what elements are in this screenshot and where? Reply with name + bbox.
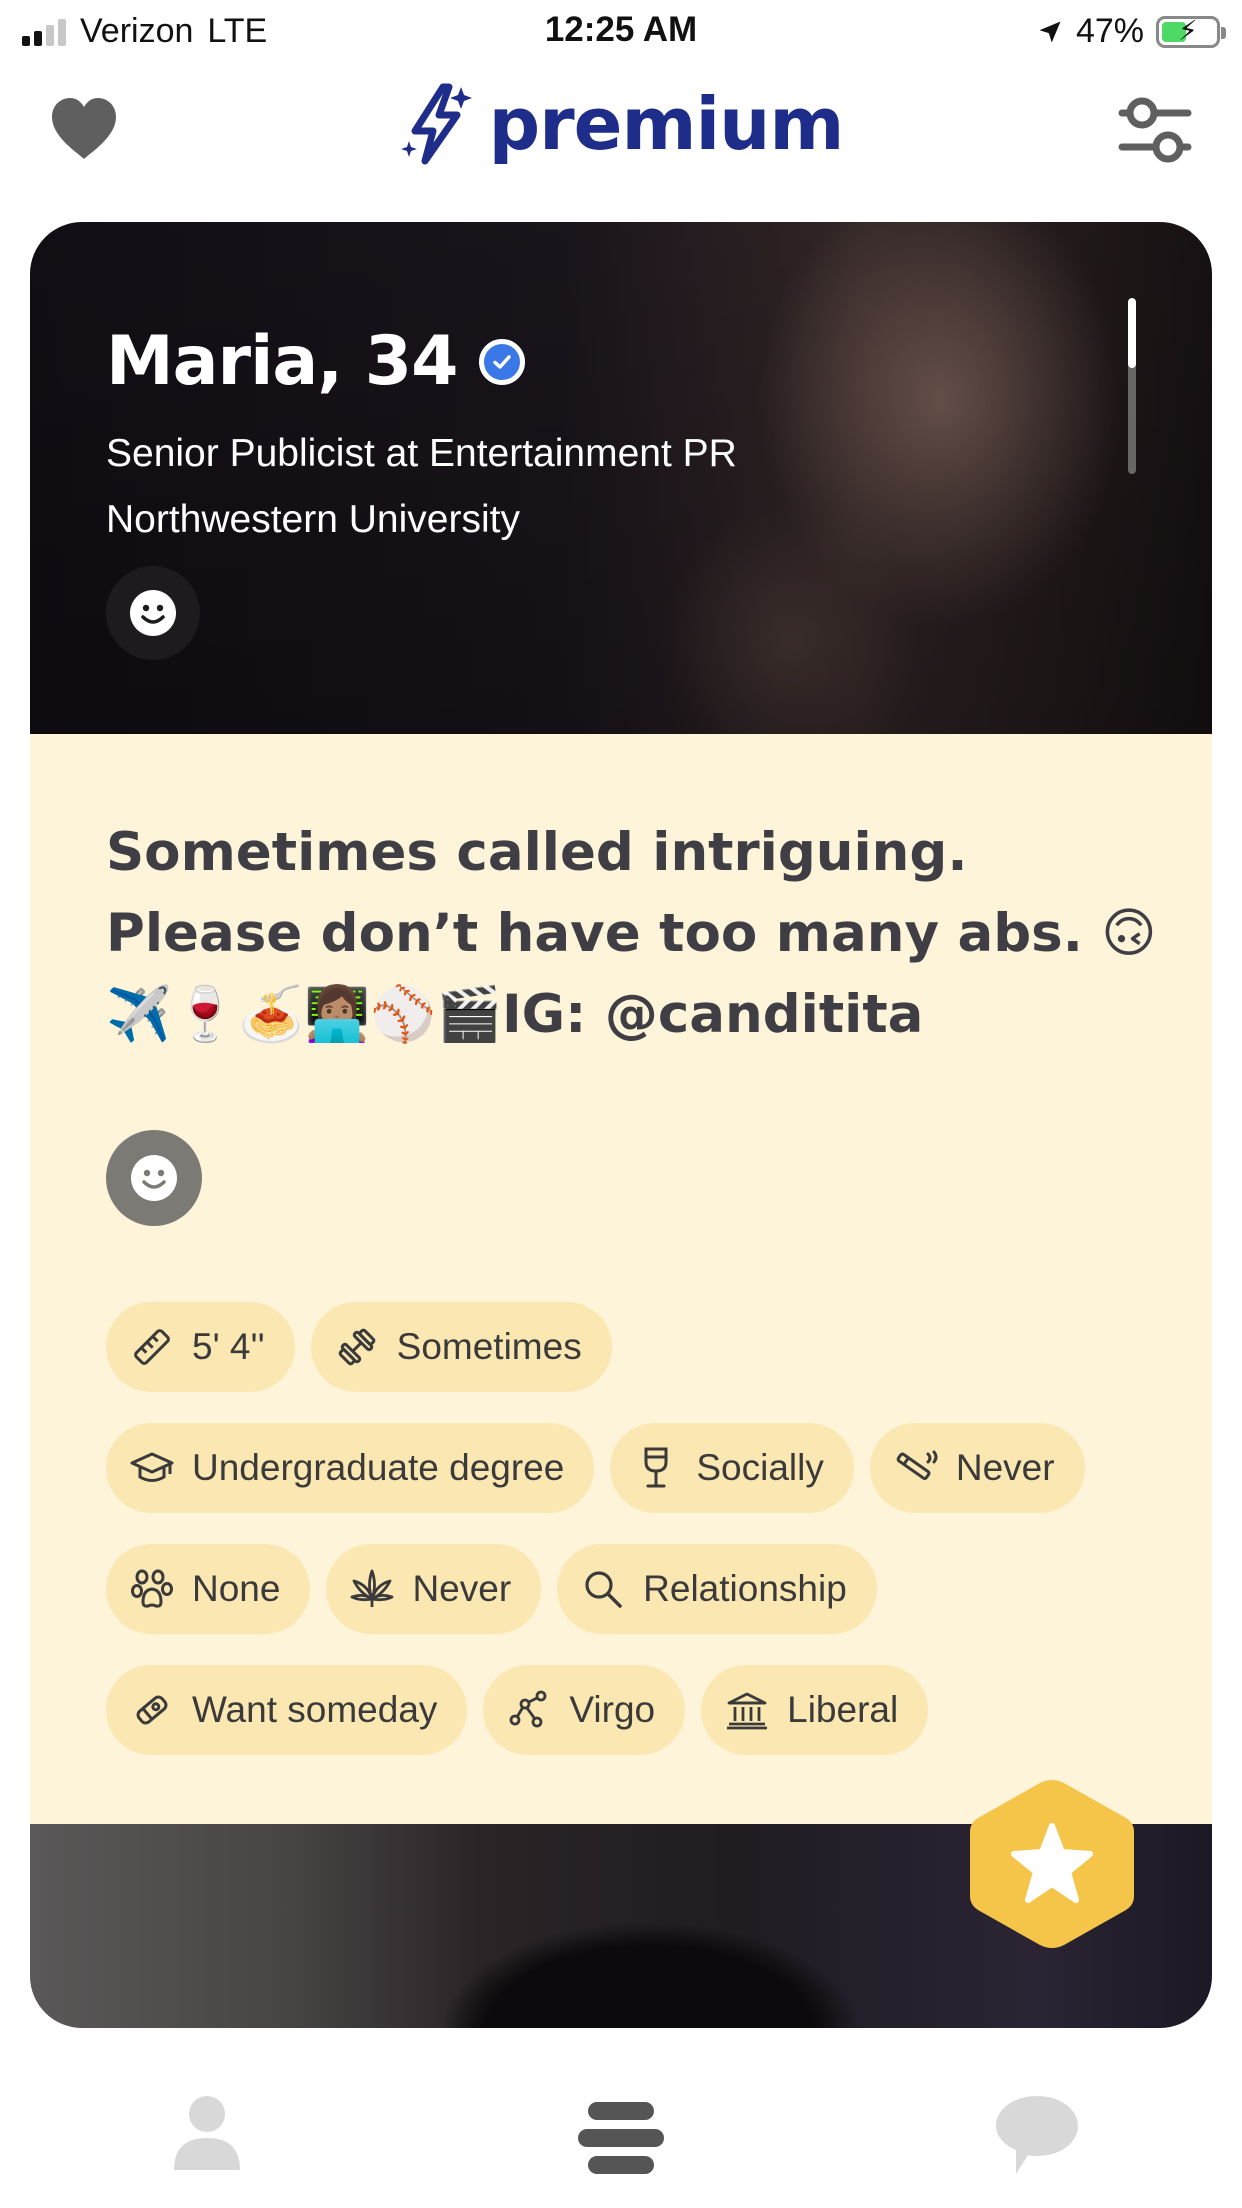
chip-row: Undergraduate degree Socially Never xyxy=(106,1423,1186,1513)
profile-photo[interactable]: Maria, 34 Senior Publicist at Entertainm… xyxy=(30,222,1212,734)
react-bio-button[interactable] xyxy=(106,1130,202,1226)
smiley-icon xyxy=(131,1155,177,1201)
profile-attribute-chips: 5' 4'' Sometimes Undergraduate degree So… xyxy=(106,1302,1186,1786)
react-photo-button[interactable] xyxy=(106,566,200,660)
capitol-building-icon xyxy=(725,1688,769,1732)
photo-scroll-indicator xyxy=(1128,298,1136,474)
smiley-icon xyxy=(130,590,176,636)
bio-line: Sometimes called intriguing. xyxy=(106,822,968,883)
chip-height: 5' 4'' xyxy=(106,1302,295,1392)
chip-label: Never xyxy=(412,1568,512,1609)
nav-discover-tab[interactable] xyxy=(578,2100,664,2176)
chip-star-sign: Virgo xyxy=(483,1665,686,1755)
constellation-icon xyxy=(507,1688,551,1732)
verified-badge-icon xyxy=(479,338,526,385)
chip-row: 5' 4'' Sometimes xyxy=(106,1302,1186,1392)
chip-row: None Never Relationship xyxy=(106,1544,1186,1634)
filter-sliders-icon xyxy=(1118,97,1192,163)
profile-card[interactable]: Maria, 34 Senior Publicist at Entertainm… xyxy=(30,222,1212,2028)
chip-label: Relationship xyxy=(643,1568,847,1609)
chip-label: Liberal xyxy=(787,1689,899,1730)
chip-label: Want someday xyxy=(192,1689,438,1730)
profile-school: Northwestern University xyxy=(106,498,520,541)
wine-glass-icon xyxy=(634,1446,678,1490)
chip-label: 5' 4'' xyxy=(192,1326,265,1367)
chip-label: Virgo xyxy=(569,1689,656,1730)
paw-icon xyxy=(130,1567,174,1611)
magnifier-icon xyxy=(581,1567,625,1611)
dumbbell-icon xyxy=(335,1325,379,1369)
charging-bolt-icon: ⚡ xyxy=(1178,14,1198,46)
profile-bio: Sometimes called intriguing. Please don’… xyxy=(106,812,1166,1055)
chip-label: Never xyxy=(955,1447,1055,1488)
chip-looking-for: Relationship xyxy=(557,1544,877,1634)
name-row: Maria, 34 xyxy=(106,322,526,401)
chip-cannabis: Never xyxy=(326,1544,542,1634)
ruler-icon xyxy=(130,1325,174,1369)
chip-label: None xyxy=(192,1568,281,1609)
chip-exercise: Sometimes xyxy=(310,1302,612,1392)
chip-politics: Liberal xyxy=(701,1665,929,1755)
brand-text: premium xyxy=(488,82,845,166)
status-bar: Verizon LTE 12:25 AM 47% ⚡ xyxy=(0,0,1242,64)
chip-label: Sometimes xyxy=(396,1326,582,1367)
status-bar-right: 47% ⚡ xyxy=(1036,12,1226,51)
location-arrow-icon xyxy=(1039,21,1061,42)
battery-icon: ⚡ xyxy=(1156,14,1226,48)
brand-logo: premium xyxy=(0,81,1242,167)
chip-smoking: Never xyxy=(869,1423,1085,1513)
nav-chat-tab[interactable] xyxy=(994,2094,1080,2178)
discover-icon xyxy=(578,2102,664,2174)
chip-kids: Want someday xyxy=(106,1665,468,1755)
photo-overlay xyxy=(30,222,1212,734)
chip-label: Undergraduate degree xyxy=(192,1447,565,1488)
pacifier-icon xyxy=(130,1688,174,1732)
star-hexagon-icon xyxy=(970,1780,1134,1948)
bottom-nav xyxy=(0,2080,1242,2208)
super-like-button[interactable] xyxy=(964,1774,1140,1954)
profile-job: Senior Publicist at Entertainment PR xyxy=(106,432,737,475)
filter-button[interactable] xyxy=(1116,93,1194,167)
profile-name-age: Maria, 34 xyxy=(106,322,458,401)
chip-drinking: Socially xyxy=(610,1423,854,1513)
chip-label: Socially xyxy=(696,1447,824,1488)
nav-profile-tab[interactable] xyxy=(170,2094,244,2172)
profile-icon xyxy=(174,2096,240,2170)
chip-education: Undergraduate degree xyxy=(106,1423,595,1513)
cigarette-icon xyxy=(894,1446,938,1490)
bio-line: ✈️🍷🍝👩🏽‍💻⚾🎬IG: @canditita xyxy=(106,984,924,1045)
chip-row: Want someday Virgo Liberal xyxy=(106,1665,1186,1755)
cannabis-leaf-icon xyxy=(350,1567,394,1611)
top-nav: premium xyxy=(0,75,1242,185)
chat-bubble-icon xyxy=(996,2096,1078,2174)
chip-pets: None xyxy=(106,1544,311,1634)
battery-percent: 47% xyxy=(1075,12,1144,50)
sparkle-bolt-icon xyxy=(400,83,472,165)
graduation-cap-icon xyxy=(130,1446,174,1490)
bio-line: Please don’t have too many abs. 🙃 xyxy=(106,903,1157,964)
